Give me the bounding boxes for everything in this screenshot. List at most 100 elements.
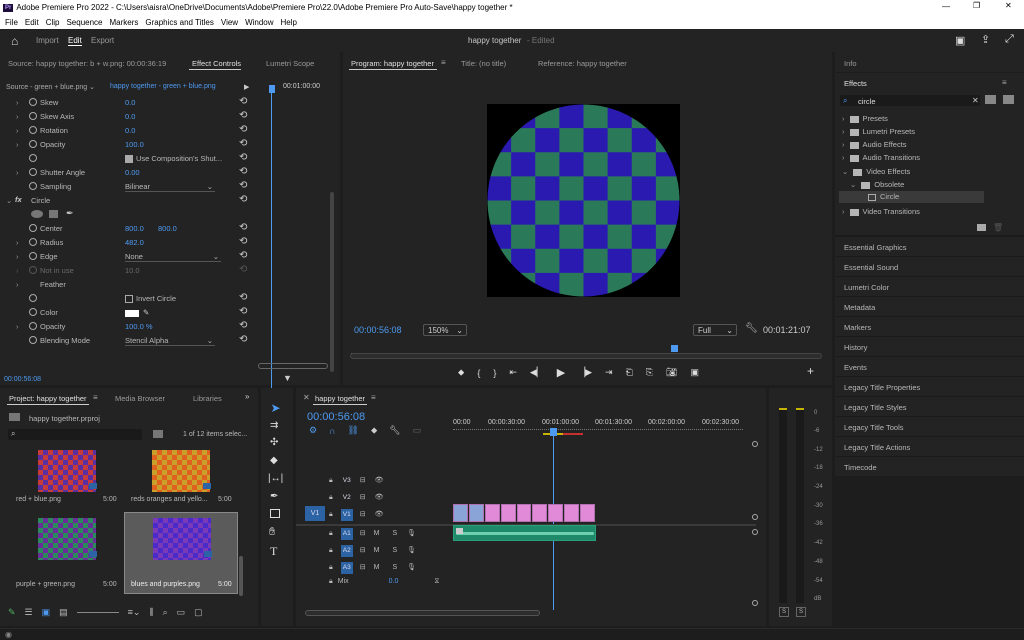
new-item-icon[interactable]: ▢ <box>194 607 203 618</box>
video-frame[interactable] <box>487 104 680 297</box>
settings-wrench-icon[interactable]: 🔧︎ <box>389 425 400 436</box>
tab-libraries[interactable]: Libraries <box>193 394 222 403</box>
stopwatch-icon[interactable] <box>29 126 37 134</box>
tab-lumetri-scope[interactable]: Lumetri Scope <box>266 59 314 68</box>
prop-invert[interactable]: Invert Circle ⟲ <box>0 292 258 306</box>
track-v3[interactable]: 🔒︎ V3 ⊟ 👁︎ <box>329 475 384 487</box>
type-tool-icon[interactable]: T <box>270 544 277 559</box>
share-icon[interactable]: ⇪ <box>981 33 990 46</box>
video-clip[interactable] <box>548 504 564 522</box>
stopwatch-icon[interactable] <box>29 140 37 148</box>
timeline-vscroll-mid2[interactable] <box>752 529 758 535</box>
tab-export[interactable]: Export <box>91 36 114 45</box>
zoom-scroll[interactable] <box>350 353 822 359</box>
reset-icon[interactable]: ⟲ <box>239 110 247 121</box>
tab-effect-controls[interactable]: Effect Controls <box>192 59 241 68</box>
eye-icon[interactable]: 👁︎ <box>375 477 384 484</box>
prop-skew[interactable]: › Skew 0.0 ⟲ <box>0 96 258 110</box>
stopwatch-icon[interactable] <box>29 252 37 260</box>
panel-history[interactable]: History <box>835 336 1024 356</box>
stopwatch-icon[interactable] <box>29 168 37 176</box>
accelerated-icon[interactable] <box>1003 95 1014 104</box>
list-view-icon[interactable]: ☰ <box>25 607 33 618</box>
video-clip[interactable] <box>453 504 468 522</box>
reset-icon[interactable]: ⟲ <box>239 180 247 191</box>
lock-icon[interactable]: 🔒︎ <box>329 578 333 585</box>
timeline-hscroll[interactable] <box>305 610 540 616</box>
stopwatch-icon[interactable] <box>29 308 37 316</box>
go-to-in-icon[interactable]: ⇤ <box>509 367 517 378</box>
sync-lock-icon[interactable]: ⊟ <box>360 477 366 484</box>
tree-lumetri-presets[interactable]: › Lumetri Presets <box>842 127 915 136</box>
panel-timecode[interactable]: Timecode <box>835 456 1024 476</box>
tree-video-effects[interactable]: ⌄ Video Effects <box>842 167 910 176</box>
project-item-0[interactable]: red + blue.png 5:00 <box>8 446 123 504</box>
timeline-timecode[interactable]: 00:00:56:08 <box>307 411 365 423</box>
panel-legacy-title-actions[interactable]: Legacy Title Actions <box>835 436 1024 456</box>
panel-lumetri-color[interactable]: Lumetri Color <box>835 276 1024 296</box>
tab-source[interactable]: Source: happy together: b + w.png: 00:00… <box>8 59 166 68</box>
lock-icon[interactable]: 🔒︎ <box>329 564 333 571</box>
workspaces-icon[interactable]: ▣ <box>955 34 965 47</box>
pencil-icon[interactable]: ✎ <box>8 607 16 618</box>
wrench-icon[interactable]: 🔧︎ <box>745 323 758 334</box>
export-frame-icon[interactable]: 📷︎ <box>666 367 677 378</box>
comparison-view-icon[interactable]: ▣ <box>690 367 699 378</box>
timeline-close-icon[interactable]: ✕ <box>303 393 310 402</box>
panel-legacy-title-styles[interactable]: Legacy Title Styles <box>835 396 1024 416</box>
ripple-edit-tool-icon[interactable]: ✣ <box>270 437 278 448</box>
menu-view[interactable]: View <box>221 18 238 27</box>
sampling-dropdown[interactable]: Bilinear ⌄ <box>125 182 215 192</box>
zoom-slider[interactable] <box>76 612 119 613</box>
sync-lock-icon[interactable]: ⊟ <box>360 494 366 501</box>
effects-search-input[interactable]: circle <box>858 97 876 106</box>
solo-button[interactable]: S <box>392 564 397 571</box>
add-button-icon[interactable]: + <box>807 364 814 378</box>
insert-icon[interactable]: ⎗ <box>626 367 633 378</box>
stopwatch-icon[interactable] <box>29 336 37 344</box>
mix-end-icon[interactable]: ⧖ <box>434 578 439 585</box>
play-icon[interactable]: ▶ <box>557 366 565 379</box>
mark-in-icon[interactable]: { <box>477 368 480 378</box>
audio-clip[interactable] <box>453 525 596 541</box>
effect-circle-header[interactable]: ⌄ fx Circle ⟲ <box>0 194 258 208</box>
blend-dropdown[interactable]: Stencil Alpha ⌄ <box>125 336 215 346</box>
find-icon[interactable]: ⌕ <box>163 607 168 618</box>
new-folder-icon[interactable] <box>977 224 986 231</box>
track-a3[interactable]: 🔒︎ A3 ⊟ M S 🎙︎ <box>329 562 416 574</box>
lock-icon[interactable]: 🔒︎ <box>329 547 333 554</box>
prop-circle-opacity[interactable]: › Opacity 100.0 % ⟲ <box>0 320 258 334</box>
video-clip[interactable] <box>516 504 532 522</box>
scrub-playhead[interactable] <box>671 345 678 352</box>
program-menu-icon[interactable]: ≡ <box>441 58 446 67</box>
sync-lock-icon[interactable]: ⊟ <box>360 511 366 518</box>
mark-out-icon[interactable]: } <box>493 368 496 378</box>
menu-help[interactable]: Help <box>281 18 297 27</box>
tab-info[interactable]: Info <box>844 59 857 68</box>
timeline-vscroll-top[interactable] <box>752 441 758 447</box>
mute-button[interactable]: M <box>374 564 380 571</box>
sync-lock-icon[interactable]: ⊟ <box>360 564 366 571</box>
automate-icon[interactable]: ⫼ <box>149 607 153 618</box>
rect-mask-icon[interactable] <box>49 210 58 218</box>
eye-icon[interactable]: 👁︎ <box>375 494 384 501</box>
hand-tool-icon[interactable]: ✋︎ <box>269 526 275 539</box>
prop-shutter-angle[interactable]: › Shutter Angle 0.00 ⟲ <box>0 166 258 180</box>
mini-timeline-scroll[interactable] <box>258 363 328 369</box>
fullscreen-icon[interactable]: ⤢ <box>1005 33 1014 46</box>
freeform-view-icon[interactable]: ▤ <box>59 607 68 618</box>
effects-menu-icon[interactable]: ≡ <box>1002 78 1007 87</box>
trash-icon[interactable]: 🗑︎ <box>993 223 1003 232</box>
solo-button[interactable]: S <box>392 530 397 537</box>
mute-button[interactable]: M <box>374 547 380 554</box>
effects-search-box[interactable]: ⌕ circle ✕ <box>840 95 980 106</box>
stopwatch-icon[interactable] <box>29 154 37 162</box>
prop-color[interactable]: Color ✎ ⟲ <box>0 306 258 320</box>
meter-solo-right[interactable]: S <box>796 607 806 617</box>
quality-dropdown[interactable]: Full ⌄ <box>693 324 737 336</box>
prop-center[interactable]: Center 800.0 800.0 ⟲ <box>0 222 258 236</box>
voiceover-icon[interactable]: 🎙︎ <box>407 564 416 571</box>
reset-icon[interactable]: ⟲ <box>239 138 247 149</box>
voiceover-icon[interactable]: 🎙︎ <box>407 547 416 554</box>
overwrite-icon[interactable]: ⎘ <box>646 367 653 378</box>
